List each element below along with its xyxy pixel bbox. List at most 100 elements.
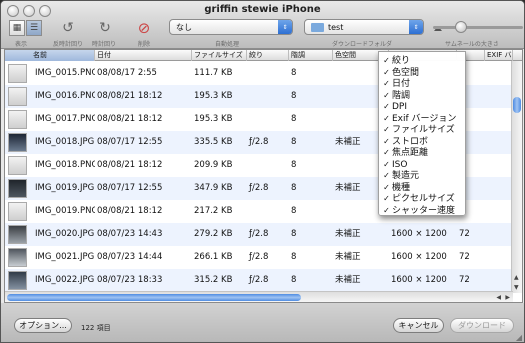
column-menu-item[interactable]: ✓ ISO — [379, 159, 465, 170]
column-menu-item[interactable]: ✓ 階調 — [379, 90, 465, 101]
cell-name: IMG_0015.PNG — [35, 68, 95, 78]
list-icon: ☰ — [29, 23, 39, 33]
delete-button[interactable]: ⊘ — [133, 19, 155, 37]
cell-aperture: ƒ/2.8 — [249, 252, 269, 262]
cell-aperture: ƒ/2.8 — [249, 137, 269, 147]
vertical-scrollbar[interactable]: ▲ ▼ — [511, 61, 522, 293]
thumbnail-size-slider[interactable] — [433, 26, 523, 29]
cell-dpi: 72 — [459, 275, 470, 285]
cell-depth: 8 — [291, 137, 297, 147]
cell-name: IMG_0016.PNG — [35, 91, 95, 101]
thumbnail-size-slider-knob[interactable] — [455, 21, 467, 33]
toolbar: griffin stewie iPhone ▦ ☰ 表示 ↺ 反時計回り ↻ 時… — [1, 1, 524, 49]
cell-aperture: ƒ/2.8 — [249, 229, 269, 239]
popup-arrows-icon: ⇕ — [278, 20, 292, 34]
rotate-left-button[interactable]: ↺ — [57, 19, 79, 37]
download-folder-label: ダウンロードフォルダ — [332, 41, 393, 48]
horizontal-scrollbar[interactable]: ◀ ▶ — [5, 291, 513, 302]
column-header-depth[interactable]: 階調 — [289, 50, 333, 61]
cell-date: 08/07/17 12:55 — [97, 137, 163, 147]
popup-arrows-icon: ⇕ — [409, 20, 423, 34]
thumbnail-image — [8, 225, 27, 244]
cell-aperture — [247, 200, 289, 223]
column-menu-item-label: 日付 — [392, 79, 411, 89]
table-row[interactable]: IMG_0020.JPG 08/07/23 14:43 279.2 KB ƒ/2.8 8… — [5, 223, 513, 246]
cell-aperture — [247, 62, 289, 85]
cell-name: IMG_0019.JPG — [35, 183, 95, 193]
auto-process-value: なし — [176, 22, 192, 32]
cell-name: IMG_0019.PNG — [35, 206, 95, 216]
column-header-name[interactable]: 名前 — [5, 50, 95, 61]
rotate-right-label: 時計回り — [92, 41, 117, 48]
column-menu-item[interactable]: ✓ 製造元 — [379, 170, 465, 181]
column-menu-item[interactable]: ✓ 色空間 — [379, 67, 465, 78]
column-menu-item[interactable]: ✓ 絞り — [379, 55, 465, 66]
column-header-exif[interactable]: EXIF バー — [485, 50, 513, 61]
scroll-left-arrow-icon[interactable]: ◀ — [496, 294, 501, 301]
image-capture-window: griffin stewie iPhone ▦ ☰ 表示 ↺ 反時計回り ↻ 時… — [0, 0, 525, 343]
checkmark-icon: ✓ — [383, 194, 390, 203]
column-menu-item[interactable]: ✓ 機種 — [379, 182, 465, 193]
thumbnail-image — [8, 248, 27, 267]
cell-name: IMG_0018.JPG — [35, 137, 95, 147]
checkmark-icon: ✓ — [383, 113, 390, 123]
rotate-right-button[interactable]: ↻ — [94, 19, 116, 37]
cell-filesize: 335.5 KB — [194, 137, 233, 147]
download-button[interactable]: ダウンロード — [450, 318, 514, 333]
checkmark-icon: ✓ — [383, 79, 390, 88]
cell-name: IMG_0018.PNG — [35, 160, 95, 170]
checkmark-icon: ✓ — [383, 171, 390, 180]
column-menu-item-label: ストロボ — [392, 136, 429, 147]
column-menu-item-label: ピクセルサイズ — [392, 194, 455, 204]
cell-date: 08/07/23 14:44 — [97, 252, 163, 262]
cell-dpi: 72 — [459, 252, 470, 262]
checkmark-icon: ✓ — [383, 205, 390, 215]
checkmark-icon: ✓ — [383, 90, 390, 100]
scroll-up-arrow-icon[interactable]: ▲ — [514, 274, 519, 281]
scroll-down-arrow-icon[interactable]: ▼ — [514, 284, 519, 291]
table-row[interactable]: IMG_0022.JPG 08/07/23 18:33 315.2 KB ƒ/2.8 8… — [5, 269, 513, 292]
cell-date: 08/08/21 18:12 — [97, 91, 163, 101]
cell-dpi: 72 — [459, 229, 470, 239]
scroll-right-arrow-icon[interactable]: ▶ — [505, 294, 510, 301]
cell-aperture: ƒ/2.8 — [249, 183, 269, 193]
cell-date: 08/08/17 2:55 — [97, 68, 157, 78]
column-menu-item[interactable]: ✓ ファイルサイズ — [379, 124, 465, 135]
cell-date: 08/08/21 18:12 — [97, 206, 163, 216]
cell-filesize: 315.2 KB — [194, 275, 233, 285]
column-menu-item[interactable]: ✓ ピクセルサイズ — [379, 193, 465, 204]
thumbnail-image — [8, 156, 27, 175]
cancel-button[interactable]: キャンセル — [393, 318, 444, 333]
column-menu-item[interactable]: ✓ ストロボ — [379, 136, 465, 147]
vertical-scroll-thumb[interactable] — [513, 97, 521, 113]
grid-icon: ▦ — [12, 23, 22, 33]
checkmark-icon: ✓ — [383, 136, 390, 146]
checkmark-icon: ✓ — [383, 125, 390, 134]
download-folder-popup[interactable]: test ⇕ — [304, 19, 424, 35]
checkmark-icon: ✓ — [383, 67, 390, 77]
cell-colorspace: 未補正 — [335, 275, 361, 285]
cell-colorspace: 未補正 — [335, 252, 361, 262]
icon-view-button[interactable]: ▦ — [9, 20, 25, 36]
column-menu-item[interactable]: ✓ 日付 — [379, 78, 465, 89]
list-view-button[interactable]: ☰ — [26, 20, 42, 36]
resize-grip-icon[interactable]: ◢ — [516, 333, 522, 342]
view-label: 表示 — [15, 41, 28, 48]
column-header-date[interactable]: 日付 — [95, 50, 192, 61]
auto-process-label: 自動処理 — [215, 41, 240, 48]
rotate-left-label: 反時計回り — [53, 41, 84, 48]
column-header-aperture[interactable]: 絞り — [247, 50, 289, 61]
cell-pixelsize: 1600 × 1200 — [391, 252, 447, 262]
column-menu-item[interactable]: ✓ シャッター速度 — [379, 205, 465, 216]
horizontal-scroll-thumb[interactable] — [7, 294, 301, 301]
auto-process-popup[interactable]: なし ⇕ — [169, 19, 293, 35]
table-row[interactable]: IMG_0021.JPG 08/07/23 14:44 266.1 KB ƒ/2.8 8… — [5, 246, 513, 269]
column-menu-item[interactable]: ✓ DPI — [379, 101, 465, 112]
column-menu-item[interactable]: ✓ Exif バージョン — [379, 113, 465, 124]
checkmark-icon: ✓ — [383, 56, 390, 65]
window-title: griffin stewie iPhone — [204, 4, 321, 15]
column-menu-item[interactable]: ✓ 焦点距離 — [379, 147, 465, 158]
rotate-right-icon: ↻ — [99, 20, 111, 36]
column-header-filesize[interactable]: ファイルサイズ — [192, 50, 247, 61]
options-button[interactable]: オプション... — [14, 318, 72, 333]
